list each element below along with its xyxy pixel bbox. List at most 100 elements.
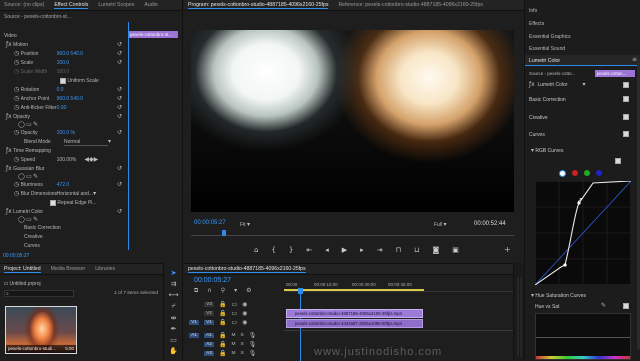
repeat-edge-checkbox[interactable] [50, 200, 56, 206]
white-channel-icon[interactable] [559, 170, 566, 177]
tab-libraries[interactable]: Libraries [95, 266, 115, 272]
section-basic-correction[interactable]: Basic Correction [529, 97, 566, 103]
track-header-a2[interactable]: A2 🔒 M S 🎙 [189, 340, 284, 349]
tab-project[interactable]: Project: Untitled [4, 266, 41, 273]
clip-v1[interactable]: pexels-cottonbro-studio-4441587-2026x108… [286, 319, 423, 328]
effect-controls-clip-bar[interactable]: pexels-cottonbro-st... [128, 31, 178, 38]
tab-audio[interactable]: Audio [144, 2, 157, 8]
lumetri-color-row[interactable]: ƒx Lumetri Color [6, 208, 43, 216]
basic-correction-checkbox[interactable] [623, 96, 629, 102]
step-back-icon[interactable]: ◂ [325, 246, 329, 254]
tab-source[interactable]: Source: (no clips) [4, 2, 44, 8]
reset-icon[interactable]: ↺ [117, 104, 122, 112]
lumetri-mask-tools-row[interactable]: ◯ ▭ ✎ [18, 216, 38, 224]
reset-icon[interactable]: ↺ [117, 50, 122, 58]
add-button-icon[interactable]: + [504, 246, 511, 254]
reset-icon[interactable]: ↺ [117, 113, 122, 121]
lift-icon[interactable]: ⊓ [396, 246, 401, 254]
add-marker-icon[interactable]: ▾ [234, 287, 237, 295]
tab-reference[interactable]: Reference: pexels-cottonbro-studio-48871… [338, 2, 482, 8]
linked-selection-icon[interactable]: ⚲ [221, 287, 225, 295]
play-icon[interactable]: ▶ [342, 246, 347, 254]
quality-dropdown[interactable]: Full ▾ [434, 221, 446, 229]
opacity-row[interactable]: ◷ Opacity 100.0 % [14, 129, 75, 137]
reset-icon[interactable]: ↺ [117, 165, 122, 173]
creative-checkbox[interactable] [623, 114, 629, 120]
ripple-edit-tool-icon[interactable]: ⟷ [165, 291, 182, 299]
blur-mask-tools-row[interactable]: ◯ ▭ ✎ [18, 173, 38, 181]
anti-flicker-row[interactable]: ◷ Anti-flicker Filter 0.00 [14, 104, 66, 112]
hue-vs-sat-checkbox[interactable] [623, 303, 629, 309]
gaussian-blur-row[interactable]: ƒx Gaussian Blur [6, 165, 44, 173]
razor-tool-icon[interactable]: ⌿ [165, 302, 182, 311]
mark-in-icon[interactable]: { [271, 246, 275, 254]
lumetri-color-header[interactable]: Lumetri Color ≡ [525, 55, 640, 66]
track-header-v1[interactable]: V1 V1 🔒 ▭ ◉ [189, 318, 284, 327]
lumetri-source-row[interactable]: Source - pexels-cotto... pexels-cotton..… [529, 70, 637, 78]
rotation-row[interactable]: ◷ Rotation 0.0 [14, 86, 64, 94]
slip-tool-icon[interactable]: ⇹ [165, 314, 182, 322]
uniform-scale-checkbox[interactable] [60, 78, 66, 84]
extract-icon[interactable]: ⊔ [414, 246, 419, 254]
track-header-v3[interactable]: V3 🔒 ▭ ◉ [189, 300, 284, 309]
effect-controls-timecode[interactable]: 00:00:05:27 [3, 253, 29, 259]
program-timecode[interactable]: 00:00:05:27 [194, 220, 226, 226]
reset-icon[interactable]: ↺ [117, 181, 122, 189]
clip-thumbnail[interactable]: pexels-cottonbro-studi... 5:00 [5, 306, 77, 354]
compare-icon[interactable]: ▣ [452, 246, 459, 254]
menu-info[interactable]: Info [529, 8, 537, 14]
tab-program[interactable]: Program: pexels-cottonbro-studio-4887185… [188, 2, 329, 9]
timeline-ruler[interactable]: 00:00 00:00:15:00 00:00:30:00 00:00:45:0… [284, 278, 519, 292]
position-row[interactable]: ◷ Position 960.0 540.0 [14, 50, 83, 58]
track-header-v2[interactable]: V2 🔒 ▭ ◉ [189, 309, 284, 318]
menu-essential-graphics[interactable]: Essential Graphics [529, 34, 571, 40]
hand-tool-icon[interactable]: ✋ [165, 347, 182, 355]
eyedropper-icon[interactable]: ✎ [601, 302, 606, 310]
basic-correction-row[interactable]: Basic Correction [24, 224, 61, 232]
track-header-a3[interactable]: A3 🔒 M S 🎙 [189, 349, 284, 358]
section-creative[interactable]: Creative [529, 115, 548, 121]
hue-vs-sat-graph[interactable] [535, 313, 631, 360]
blue-channel-icon[interactable] [596, 170, 602, 176]
rgb-curves-checkbox[interactable] [615, 158, 621, 164]
program-playhead[interactable] [222, 230, 226, 236]
rectangle-mask-icon[interactable]: ▭ [26, 121, 32, 129]
section-curves[interactable]: Curves [529, 132, 545, 138]
reset-icon[interactable]: ↺ [117, 41, 122, 49]
go-to-in-icon[interactable]: ⇤ [306, 246, 312, 254]
step-forward-icon[interactable]: ▸ [360, 246, 364, 254]
export-frame-icon[interactable]: ◙ [433, 246, 440, 254]
time-remapping-row[interactable]: ƒx Time Remapping [6, 147, 51, 155]
hue-saturation-curves-label[interactable]: ▾ Hue Saturation Curves [531, 292, 586, 300]
green-channel-icon[interactable] [584, 170, 590, 176]
opacity-section-row[interactable]: ƒx Opacity [6, 113, 30, 121]
curves-row[interactable]: Curves [24, 242, 40, 250]
add-marker-icon[interactable]: ⌂ [254, 246, 258, 254]
program-video-frame[interactable] [191, 30, 514, 212]
repeat-edge-row[interactable]: Repeat Edge Pi... [50, 199, 97, 207]
track-select-tool-icon[interactable]: ⇉ [165, 280, 182, 288]
fit-dropdown[interactable]: Fit ▾ [240, 221, 250, 229]
tab-lumetri-scopes[interactable]: Lumetri Scopes [98, 2, 134, 8]
lumetri-effect-selector[interactable]: ƒx Lumetri Color ▾ [529, 81, 585, 89]
rgb-curve-graph[interactable] [535, 181, 631, 285]
curves-checkbox[interactable] [623, 131, 629, 137]
rectangle-tool-icon[interactable]: ▭ [165, 336, 182, 344]
ellipse-mask-icon[interactable]: ◯ [18, 121, 25, 129]
pen-mask-icon[interactable]: ✎ [33, 121, 38, 129]
blend-mode-row[interactable]: Blend Mode Normal ▾ [24, 138, 111, 146]
mask-tools-row[interactable]: ◯ ▭ ✎ [18, 121, 38, 129]
go-to-out-icon[interactable]: ⇥ [377, 246, 383, 254]
mark-out-icon[interactable]: } [289, 246, 293, 254]
speed-row[interactable]: ◷ Speed 100.00% ◀◆▶ [14, 156, 98, 164]
snap-icon[interactable]: ∩ [207, 287, 211, 295]
menu-essential-sound[interactable]: Essential Sound [529, 46, 565, 52]
timeline-timecode[interactable]: 00:00:05:27 [194, 277, 231, 284]
blur-dimensions-row[interactable]: ◷ Blur Dimensions Horizontal and... ▾ [14, 190, 96, 198]
red-channel-icon[interactable] [572, 170, 578, 176]
reset-icon[interactable]: ↺ [117, 86, 122, 94]
creative-row[interactable]: Creative [24, 233, 43, 241]
tab-media-browser[interactable]: Media Browser [51, 266, 86, 272]
reset-icon[interactable]: ↺ [117, 59, 122, 67]
tab-sequence[interactable]: pexels-cottonbro-studio-4887185-4096x216… [188, 266, 306, 273]
